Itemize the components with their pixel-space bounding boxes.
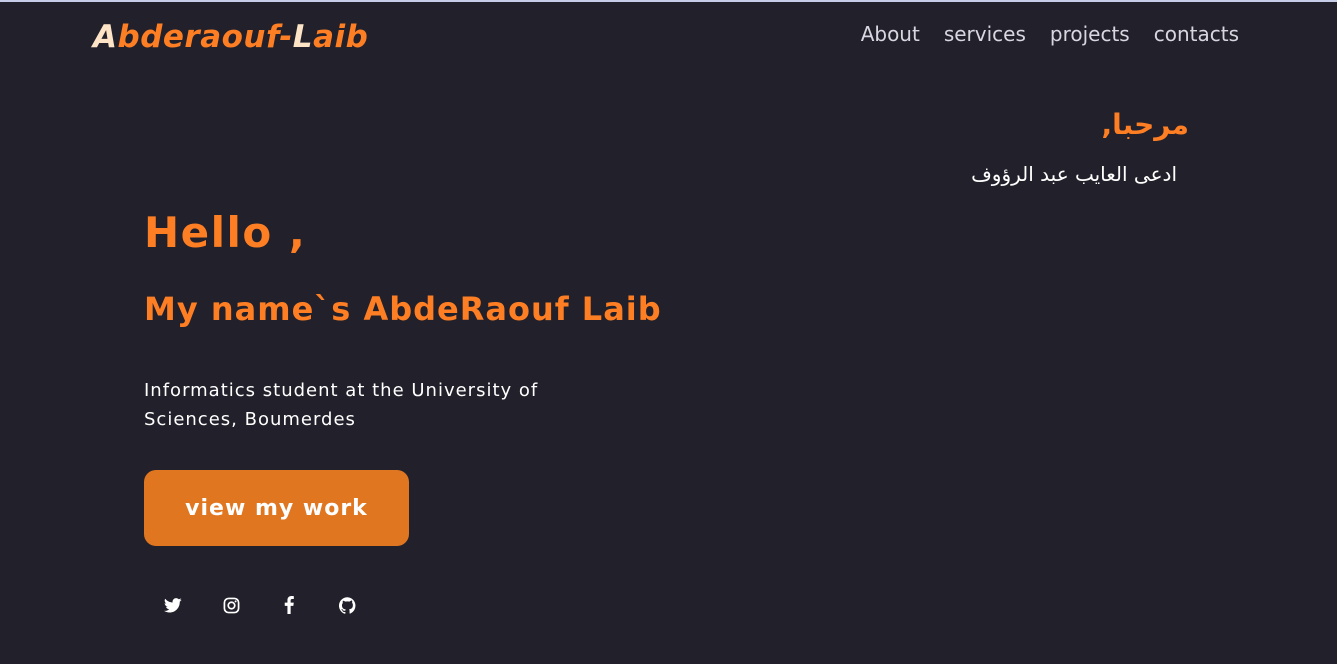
- facebook-icon: [284, 596, 294, 614]
- bio-text: Informatics student at the University of…: [144, 380, 539, 430]
- twitter-link[interactable]: [144, 590, 202, 620]
- github-link[interactable]: [318, 590, 376, 620]
- page: Abderaouf-Laib About services projects c…: [0, 0, 1337, 664]
- nav-link-about[interactable]: About: [861, 24, 920, 44]
- instagram-link[interactable]: [202, 590, 260, 620]
- arabic-name: ادعى العايب عبد الرؤوف: [971, 162, 1177, 186]
- nav-link-contacts[interactable]: contacts: [1154, 24, 1239, 44]
- logo-letter-l: L: [292, 19, 314, 55]
- main-nav: About services projects contacts: [861, 24, 1239, 44]
- logo-text-part-2: aib: [313, 19, 369, 55]
- nav-link-projects[interactable]: projects: [1050, 24, 1130, 44]
- hello-heading: Hello ,: [144, 208, 307, 257]
- logo-text-part-1: bderaouf-: [117, 19, 293, 55]
- instagram-icon: [223, 597, 239, 613]
- site-logo[interactable]: Abderaouf-Laib: [93, 22, 368, 53]
- nav-link-services[interactable]: services: [944, 24, 1026, 44]
- name-heading: My name`s AbdeRaouf Laib: [144, 290, 662, 328]
- github-icon: [338, 596, 355, 614]
- arabic-greeting: مرحبا,: [1101, 108, 1189, 141]
- social-links: [144, 590, 376, 620]
- facebook-link[interactable]: [260, 590, 318, 620]
- twitter-icon: [164, 597, 182, 612]
- view-my-work-button[interactable]: view my work: [144, 470, 409, 546]
- logo-letter-a: A: [93, 19, 118, 55]
